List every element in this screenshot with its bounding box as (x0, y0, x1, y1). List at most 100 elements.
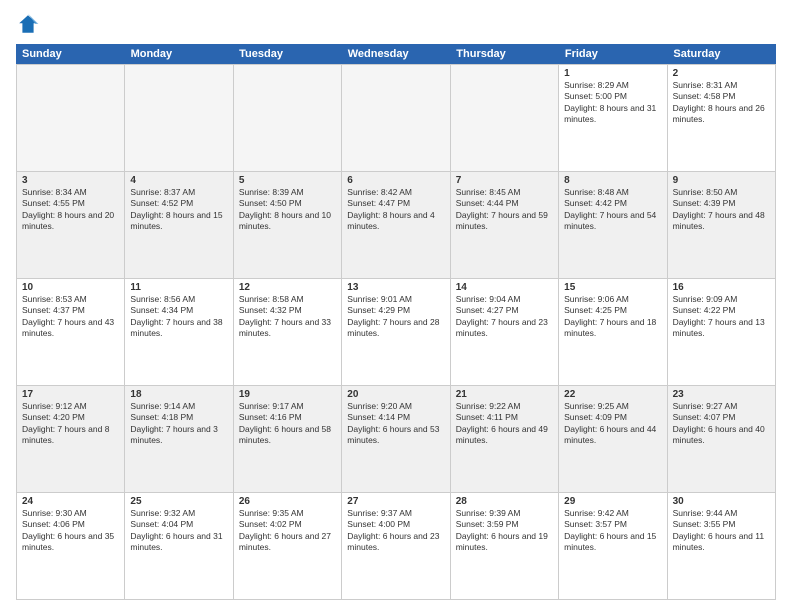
day-info: Sunrise: 9:42 AM (564, 508, 661, 519)
calendar-cell: 8Sunrise: 8:48 AMSunset: 4:42 PMDaylight… (559, 172, 667, 279)
day-number: 19 (239, 389, 336, 400)
calendar-cell: 20Sunrise: 9:20 AMSunset: 4:14 PMDayligh… (342, 386, 450, 493)
day-info: Daylight: 7 hours and 13 minutes. (673, 317, 770, 340)
day-info: Sunset: 4:20 PM (22, 412, 119, 423)
calendar-cell: 6Sunrise: 8:42 AMSunset: 4:47 PMDaylight… (342, 172, 450, 279)
day-info: Sunset: 4:27 PM (456, 305, 553, 316)
calendar-cell (125, 65, 233, 172)
day-info: Daylight: 6 hours and 53 minutes. (347, 424, 444, 447)
day-info: Daylight: 7 hours and 59 minutes. (456, 210, 553, 233)
day-info: Sunrise: 9:17 AM (239, 401, 336, 412)
calendar-cell: 10Sunrise: 8:53 AMSunset: 4:37 PMDayligh… (17, 279, 125, 386)
calendar-cell: 11Sunrise: 8:56 AMSunset: 4:34 PMDayligh… (125, 279, 233, 386)
day-info: Sunset: 4:06 PM (22, 519, 119, 530)
day-number: 1 (564, 68, 661, 79)
day-info: Daylight: 6 hours and 27 minutes. (239, 531, 336, 554)
day-info: Daylight: 7 hours and 48 minutes. (673, 210, 770, 233)
day-info: Sunset: 4:00 PM (347, 519, 444, 530)
calendar-cell: 29Sunrise: 9:42 AMSunset: 3:57 PMDayligh… (559, 493, 667, 600)
day-info: Sunrise: 8:50 AM (673, 187, 770, 198)
calendar-cell: 13Sunrise: 9:01 AMSunset: 4:29 PMDayligh… (342, 279, 450, 386)
day-info: Sunrise: 8:42 AM (347, 187, 444, 198)
day-info: Daylight: 6 hours and 15 minutes. (564, 531, 661, 554)
day-info: Daylight: 8 hours and 10 minutes. (239, 210, 336, 233)
calendar-row-1: 3Sunrise: 8:34 AMSunset: 4:55 PMDaylight… (16, 172, 776, 279)
calendar-row-4: 24Sunrise: 9:30 AMSunset: 4:06 PMDayligh… (16, 493, 776, 600)
day-info: Daylight: 7 hours and 18 minutes. (564, 317, 661, 340)
day-info: Sunset: 4:09 PM (564, 412, 661, 423)
calendar-cell: 18Sunrise: 9:14 AMSunset: 4:18 PMDayligh… (125, 386, 233, 493)
calendar-cell: 30Sunrise: 9:44 AMSunset: 3:55 PMDayligh… (668, 493, 776, 600)
day-info: Sunrise: 9:25 AM (564, 401, 661, 412)
calendar-cell: 17Sunrise: 9:12 AMSunset: 4:20 PMDayligh… (17, 386, 125, 493)
calendar: SundayMondayTuesdayWednesdayThursdayFrid… (16, 44, 776, 600)
day-info: Sunset: 4:14 PM (347, 412, 444, 423)
calendar-row-2: 10Sunrise: 8:53 AMSunset: 4:37 PMDayligh… (16, 279, 776, 386)
day-info: Sunset: 4:25 PM (564, 305, 661, 316)
calendar-cell: 26Sunrise: 9:35 AMSunset: 4:02 PMDayligh… (234, 493, 342, 600)
day-number: 21 (456, 389, 553, 400)
day-info: Sunrise: 9:44 AM (673, 508, 770, 519)
day-number: 15 (564, 282, 661, 293)
day-number: 23 (673, 389, 770, 400)
day-info: Sunrise: 9:09 AM (673, 294, 770, 305)
day-info: Sunrise: 9:20 AM (347, 401, 444, 412)
calendar-cell: 15Sunrise: 9:06 AMSunset: 4:25 PMDayligh… (559, 279, 667, 386)
day-info: Sunset: 4:11 PM (456, 412, 553, 423)
day-number: 8 (564, 175, 661, 186)
day-info: Daylight: 6 hours and 40 minutes. (673, 424, 770, 447)
day-info: Daylight: 6 hours and 58 minutes. (239, 424, 336, 447)
day-info: Sunset: 4:58 PM (673, 91, 770, 102)
day-info: Sunset: 4:44 PM (456, 198, 553, 209)
day-number: 29 (564, 496, 661, 507)
day-info: Sunset: 4:52 PM (130, 198, 227, 209)
day-info: Daylight: 7 hours and 8 minutes. (22, 424, 119, 447)
day-info: Daylight: 7 hours and 23 minutes. (456, 317, 553, 340)
day-number: 3 (22, 175, 119, 186)
day-info: Sunrise: 9:35 AM (239, 508, 336, 519)
day-info: Daylight: 7 hours and 54 minutes. (564, 210, 661, 233)
day-info: Sunrise: 8:45 AM (456, 187, 553, 198)
day-info: Daylight: 6 hours and 11 minutes. (673, 531, 770, 554)
day-info: Daylight: 7 hours and 3 minutes. (130, 424, 227, 447)
day-info: Daylight: 7 hours and 33 minutes. (239, 317, 336, 340)
day-number: 20 (347, 389, 444, 400)
header-day-thursday: Thursday (450, 44, 559, 64)
day-info: Daylight: 8 hours and 26 minutes. (673, 103, 770, 126)
day-number: 17 (22, 389, 119, 400)
day-info: Sunset: 4:39 PM (673, 198, 770, 209)
day-number: 4 (130, 175, 227, 186)
calendar-cell: 22Sunrise: 9:25 AMSunset: 4:09 PMDayligh… (559, 386, 667, 493)
day-info: Sunrise: 8:39 AM (239, 187, 336, 198)
calendar-body: 1Sunrise: 8:29 AMSunset: 5:00 PMDaylight… (16, 64, 776, 600)
day-info: Daylight: 7 hours and 43 minutes. (22, 317, 119, 340)
day-info: Sunset: 4:22 PM (673, 305, 770, 316)
day-info: Sunset: 4:47 PM (347, 198, 444, 209)
day-info: Sunrise: 8:56 AM (130, 294, 227, 305)
calendar-cell: 3Sunrise: 8:34 AMSunset: 4:55 PMDaylight… (17, 172, 125, 279)
calendar-cell (342, 65, 450, 172)
day-info: Sunset: 4:32 PM (239, 305, 336, 316)
calendar-cell: 4Sunrise: 8:37 AMSunset: 4:52 PMDaylight… (125, 172, 233, 279)
calendar-row-0: 1Sunrise: 8:29 AMSunset: 5:00 PMDaylight… (16, 64, 776, 172)
day-info: Sunrise: 9:30 AM (22, 508, 119, 519)
day-number: 12 (239, 282, 336, 293)
calendar-page: SundayMondayTuesdayWednesdayThursdayFrid… (0, 0, 792, 612)
day-number: 14 (456, 282, 553, 293)
day-info: Sunset: 4:42 PM (564, 198, 661, 209)
day-info: Sunrise: 8:29 AM (564, 80, 661, 91)
day-number: 2 (673, 68, 770, 79)
day-number: 27 (347, 496, 444, 507)
header (16, 12, 776, 36)
day-info: Sunset: 4:04 PM (130, 519, 227, 530)
calendar-cell (234, 65, 342, 172)
day-info: Sunrise: 9:12 AM (22, 401, 119, 412)
calendar-cell: 25Sunrise: 9:32 AMSunset: 4:04 PMDayligh… (125, 493, 233, 600)
calendar-cell: 27Sunrise: 9:37 AMSunset: 4:00 PMDayligh… (342, 493, 450, 600)
day-number: 6 (347, 175, 444, 186)
day-info: Sunrise: 9:01 AM (347, 294, 444, 305)
calendar-cell: 2Sunrise: 8:31 AMSunset: 4:58 PMDaylight… (668, 65, 776, 172)
day-number: 18 (130, 389, 227, 400)
calendar-cell (17, 65, 125, 172)
day-info: Sunrise: 9:37 AM (347, 508, 444, 519)
